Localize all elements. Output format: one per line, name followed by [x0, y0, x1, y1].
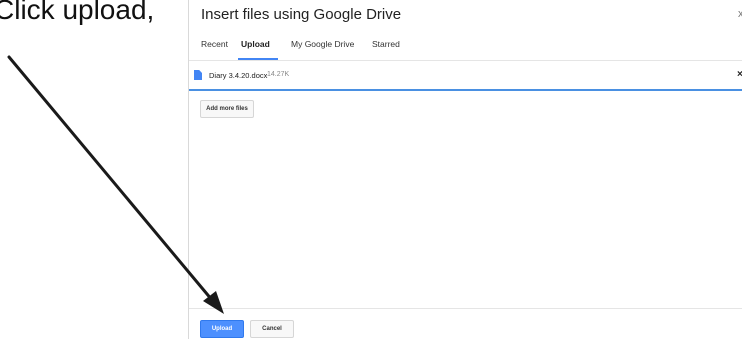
arrow-shaft	[7, 55, 214, 302]
screenshot-stage: Click upload, Insert files using Google …	[0, 0, 742, 339]
tab-my-google-drive[interactable]: My Google Drive	[291, 39, 354, 49]
dialog-title: Insert files using Google Drive	[201, 6, 402, 23]
doc-file-icon	[194, 70, 202, 80]
upload-button[interactable]: Upload	[200, 320, 244, 338]
tab-recent[interactable]: Recent	[201, 39, 228, 49]
tabs-divider	[189, 60, 742, 61]
instruction-text: Click upload,	[0, 0, 155, 25]
tab-upload[interactable]: Upload	[241, 39, 270, 49]
upload-progress-bar	[189, 89, 742, 91]
remove-file-icon[interactable]: ×	[737, 69, 742, 80]
cancel-button[interactable]: Cancel	[250, 320, 294, 338]
tab-starred[interactable]: Starred	[372, 39, 400, 49]
tab-bar: Recent Upload My Google Drive Starred	[189, 30, 742, 60]
dialog-close-icon[interactable]: x	[738, 8, 742, 20]
file-name: Diary 3.4.20.docx	[209, 71, 268, 80]
footer-divider	[189, 308, 742, 309]
add-more-files-button[interactable]: Add more files	[200, 100, 254, 118]
google-drive-dialog: Insert files using Google Drive x Recent…	[188, 0, 742, 339]
upload-file-row: Diary 3.4.20.docx 14.27K ×	[189, 62, 742, 90]
file-size: 14.27K	[267, 71, 290, 78]
